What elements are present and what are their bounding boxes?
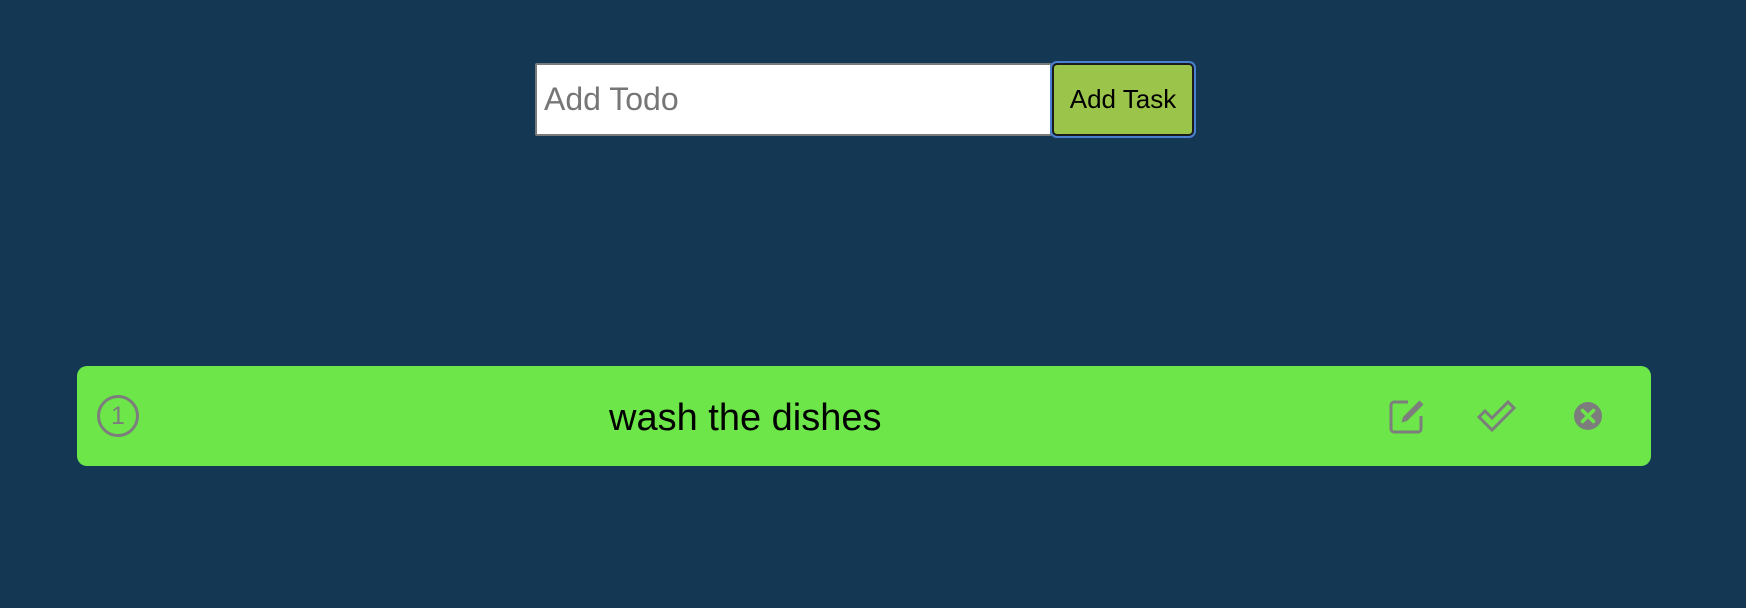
check-icon [1477, 399, 1517, 433]
todo-text: wash the dishes [609, 397, 882, 439]
todo-input[interactable] [535, 63, 1052, 136]
todo-index-badge: 1 [97, 395, 139, 437]
todo-item: 1 wash the dishes [77, 366, 1651, 466]
close-circle-icon [1574, 402, 1602, 430]
edit-icon [1389, 400, 1424, 434]
complete-todo-button[interactable] [1477, 396, 1517, 436]
add-todo-form: Add Task [535, 63, 1194, 136]
todo-list: 1 wash the dishes [77, 366, 1651, 466]
delete-todo-button[interactable] [1568, 396, 1608, 436]
add-task-button[interactable]: Add Task [1052, 63, 1194, 136]
edit-todo-button[interactable] [1387, 396, 1427, 436]
